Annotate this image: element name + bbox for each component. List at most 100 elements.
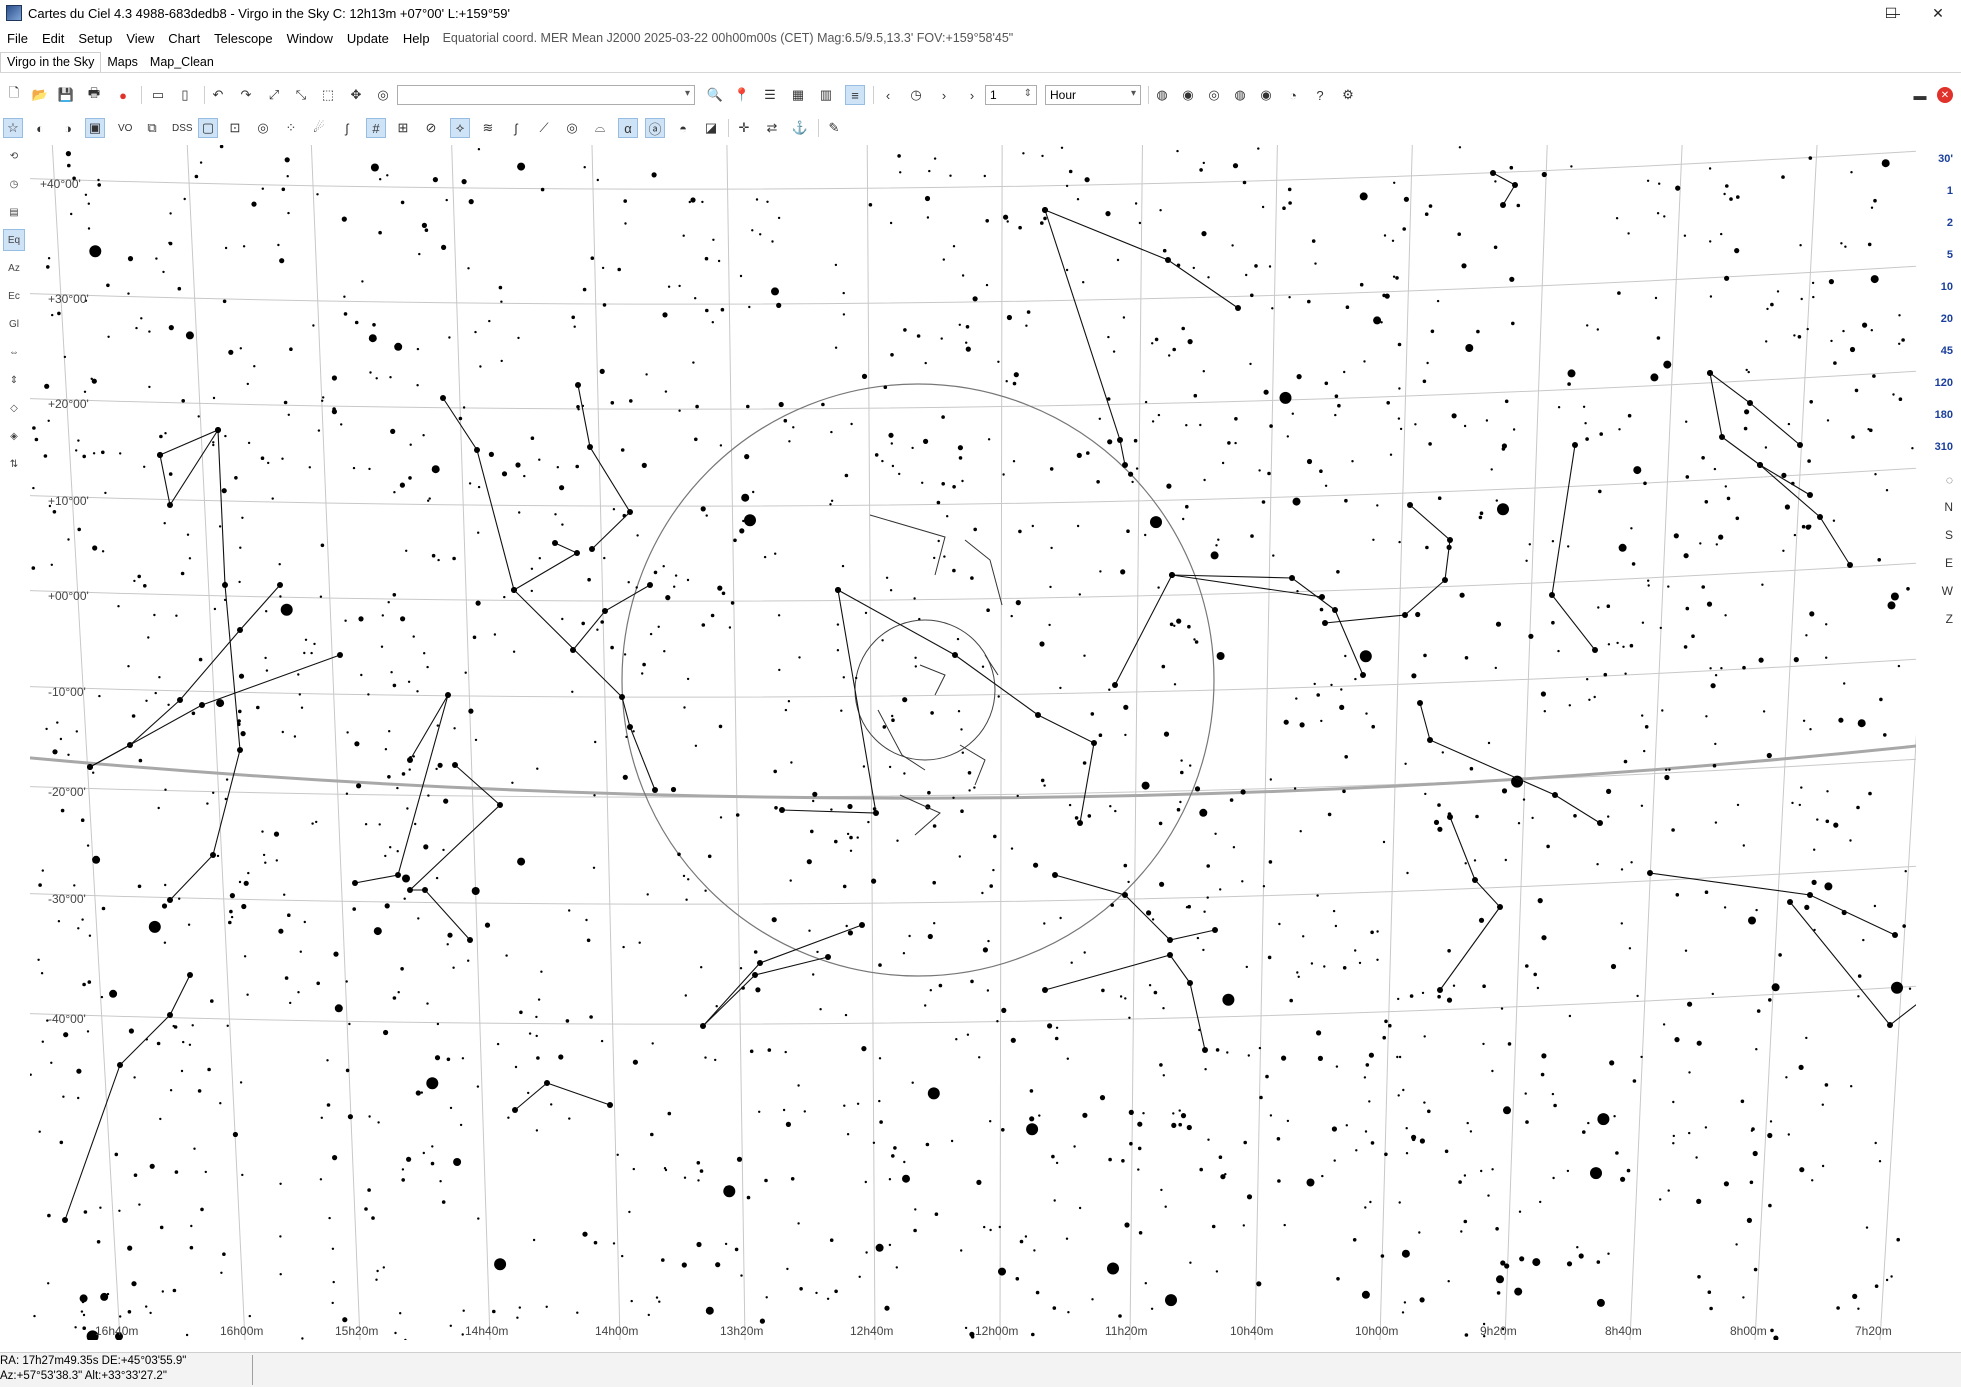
calendar-icon[interactable]: ▥: [816, 85, 836, 105]
fov-20[interactable]: 20: [1941, 313, 1953, 325]
undo-icon[interactable]: ↶: [208, 85, 228, 105]
time-forward-icon[interactable]: ›: [934, 85, 954, 105]
labels-alt-icon[interactable]: ⓐ: [645, 118, 665, 138]
flip-vertical-icon[interactable]: ⇕: [3, 369, 25, 391]
redo-icon[interactable]: ↷: [236, 85, 256, 105]
frame-icon[interactable]: ▢: [198, 118, 218, 138]
ecliptic-mode-icon[interactable]: Ec: [3, 285, 25, 307]
fov-10[interactable]: 10: [1941, 281, 1953, 293]
menu-window[interactable]: Window: [280, 31, 340, 46]
sphere-icon[interactable]: ◓: [673, 118, 693, 138]
dss-button[interactable]: DSS: [170, 118, 195, 138]
galactic-mode-icon[interactable]: Gl: [3, 313, 25, 335]
open-icon[interactable]: 📂: [30, 85, 50, 105]
sky-chart[interactable]: +40°00'+30°00'+20°00'+10°00'+00°00'-10°0…: [30, 145, 1916, 1340]
fov-30min[interactable]: 30': [1938, 153, 1953, 165]
close-chart-icon[interactable]: ✕: [1937, 87, 1953, 103]
help-icon[interactable]: ?: [1310, 85, 1330, 105]
time-back-icon[interactable]: ‹: [878, 85, 898, 105]
fov-2[interactable]: 2: [1947, 217, 1953, 229]
location-icon[interactable]: 📍: [732, 85, 752, 105]
settings-icon[interactable]: ⚙: [1338, 85, 1358, 105]
ring-icon[interactable]: ◎: [562, 118, 582, 138]
ccd-icon[interactable]: ◍: [1230, 85, 1250, 105]
vo-button[interactable]: VO: [116, 118, 134, 138]
menu-file[interactable]: File: [0, 31, 35, 46]
rotate-icon[interactable]: ⟲: [3, 145, 25, 167]
fov-180[interactable]: 180: [1935, 409, 1953, 421]
tile-icon[interactable]: ▯: [175, 85, 195, 105]
planet-icon[interactable]: ◉: [1256, 85, 1276, 105]
ccd-frame-icon[interactable]: ⊡: [225, 118, 245, 138]
telescope-icon[interactable]: ◍: [1152, 85, 1172, 105]
target-icon[interactable]: ◎: [253, 118, 273, 138]
image-icon[interactable]: ▣: [85, 118, 105, 138]
compass-icon[interactable]: ⊘: [421, 118, 441, 138]
menu-chart[interactable]: Chart: [161, 31, 207, 46]
eyepiece-icon[interactable]: ◎: [1204, 85, 1224, 105]
window-layout-icon[interactable]: ▬: [1910, 85, 1930, 105]
menu-setup[interactable]: Setup: [71, 31, 119, 46]
galactic-equator-icon[interactable]: ⟋: [534, 118, 554, 138]
fov-45[interactable]: 45: [1941, 345, 1953, 357]
minimize-button-alt[interactable]: [1825, 0, 1871, 26]
constellation-lines-icon[interactable]: ⟡: [450, 118, 470, 138]
time-unit-select[interactable]: Hour ▾: [1045, 85, 1141, 105]
animation-icon[interactable]: ≡: [845, 85, 865, 105]
planisphere-icon[interactable]: ◌: [1946, 473, 1953, 487]
search-input[interactable]: ▾: [397, 85, 695, 105]
fov-5[interactable]: 5: [1947, 249, 1953, 261]
catalog-icon[interactable]: ⧉: [142, 118, 162, 138]
orient-east[interactable]: E: [1945, 556, 1953, 570]
orient-zenith[interactable]: Z: [1946, 612, 1953, 626]
orient-south[interactable]: S: [1945, 528, 1953, 542]
tab-maps[interactable]: Maps: [101, 53, 144, 72]
rotate-reset-icon[interactable]: ⇅: [3, 453, 25, 475]
time-forward-fast-icon[interactable]: ›: [962, 85, 982, 105]
toolbar-toggle-icon[interactable]: ▭: [148, 85, 168, 105]
equatorial-mode-icon[interactable]: Eq: [3, 229, 25, 251]
panel-icon[interactable]: ▤: [3, 201, 25, 223]
zoom-out-icon[interactable]: ⤡: [291, 85, 311, 105]
zoom-in-icon[interactable]: ⤢: [264, 85, 284, 105]
menu-view[interactable]: View: [119, 31, 161, 46]
milkyway-icon[interactable]: ʃ: [337, 118, 357, 138]
zoom-box-icon[interactable]: ⬚: [318, 85, 338, 105]
move-icon[interactable]: ✥: [346, 85, 366, 105]
orient-west[interactable]: W: [1942, 584, 1953, 598]
new-chart-icon[interactable]: 🗋: [4, 85, 24, 105]
camera-icon[interactable]: ◉: [1178, 85, 1198, 105]
fov-120[interactable]: 120: [1935, 377, 1953, 389]
center-icon[interactable]: ◎: [373, 85, 393, 105]
ecliptic-icon[interactable]: ʃ: [506, 118, 526, 138]
time-step-stepper[interactable]: 1 ⇕: [985, 85, 1037, 105]
horizon-icon[interactable]: ⌓: [590, 118, 610, 138]
anchor-icon[interactable]: ⚓: [790, 118, 810, 138]
search-icon[interactable]: 🔍: [705, 85, 725, 105]
close-button[interactable]: ✕: [1915, 0, 1961, 26]
flip-horizontal-icon[interactable]: ⇔: [3, 341, 25, 363]
rotate-left-icon[interactable]: ◇: [3, 397, 25, 419]
tab-map-clean[interactable]: Map_Clean: [144, 53, 220, 72]
maximize-button[interactable]: ☐: [1868, 0, 1914, 26]
asteroid-icon[interactable]: ⁘: [281, 118, 301, 138]
marker-icon[interactable]: ●: [113, 85, 133, 105]
menu-edit[interactable]: Edit: [35, 31, 71, 46]
print-icon[interactable]: 🖶: [84, 85, 104, 105]
menu-help[interactable]: Help: [396, 31, 437, 46]
flip-icon[interactable]: ⇄: [762, 118, 782, 138]
clock-icon[interactable]: ◷: [3, 173, 25, 195]
menu-update[interactable]: Update: [340, 31, 396, 46]
galaxy-icon[interactable]: ◑: [58, 118, 78, 138]
altaz-mode-icon[interactable]: Az: [3, 257, 25, 279]
fov-310[interactable]: 310: [1935, 441, 1953, 453]
night-vision-icon[interactable]: ◪: [701, 118, 721, 138]
clock-icon[interactable]: ◔: [1283, 85, 1303, 105]
labels-button[interactable]: α: [618, 118, 638, 138]
orient-north[interactable]: N: [1944, 500, 1953, 514]
list-icon[interactable]: ☰: [760, 85, 780, 105]
save-icon[interactable]: 💾: [56, 85, 76, 105]
comet-icon[interactable]: ☄: [309, 118, 329, 138]
nebula-icon[interactable]: ◐: [30, 118, 50, 138]
rotate-right-icon[interactable]: ◈: [3, 425, 25, 447]
